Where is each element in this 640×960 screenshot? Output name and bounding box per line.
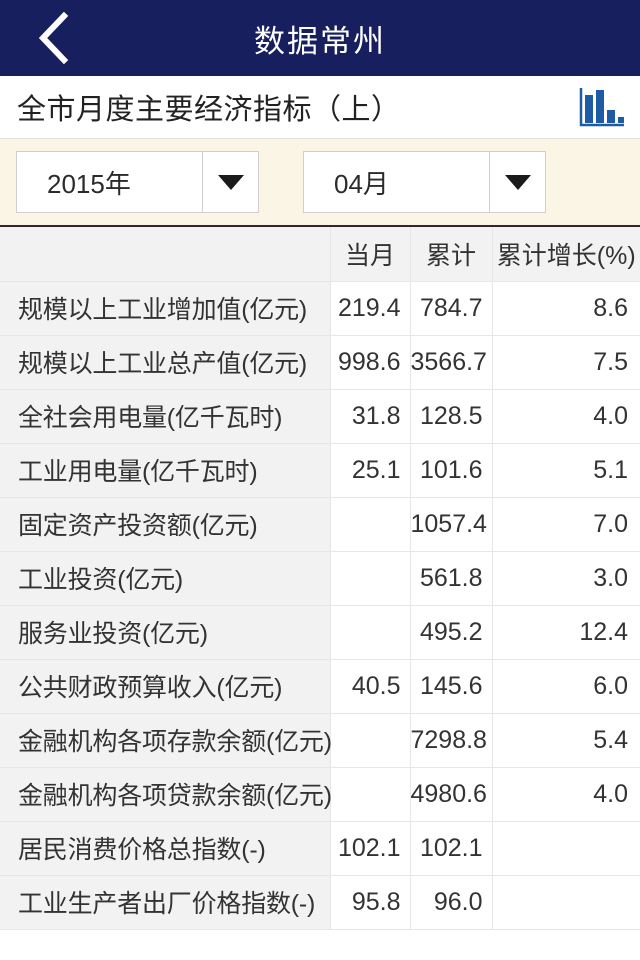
cell-cumulative: 1057.4 — [410, 497, 493, 552]
cell-cumulative: 7298.8 — [410, 713, 493, 768]
cell-cumulative: 3566.7 — [410, 335, 493, 390]
column-header-cumulative: 累计 — [410, 227, 493, 282]
cell-month — [330, 605, 411, 660]
table-row[interactable]: 规模以上工业增加值(亿元) 219.4 784.7 8.6 — [0, 281, 640, 336]
column-header-indicator — [0, 227, 331, 282]
cell-month: 31.8 — [330, 389, 411, 444]
cell-growth: 3.0 — [492, 551, 640, 606]
nav-title: 数据常州 — [254, 23, 386, 59]
cell-month — [330, 713, 411, 768]
row-label: 金融机构各项存款余额(亿元) — [0, 713, 332, 768]
caret-down-icon — [202, 152, 258, 212]
cell-month: 998.6 — [330, 335, 411, 390]
row-label: 固定资产投资额(亿元) — [0, 497, 331, 552]
cell-growth: 12.4 — [492, 605, 640, 660]
cell-month — [330, 767, 411, 822]
table-row[interactable]: 规模以上工业总产值(亿元) 998.6 3566.7 7.5 — [0, 335, 640, 390]
cell-growth: 4.0 — [492, 389, 640, 444]
navigation-bar: 数据常州 — [0, 0, 640, 76]
month-dropdown[interactable]: 04月 — [303, 151, 546, 213]
cell-growth: 4.0 — [492, 767, 640, 822]
row-label: 金融机构各项贷款余额(亿元) — [0, 767, 332, 822]
cell-growth: 6.0 — [492, 659, 640, 714]
cell-month — [330, 551, 411, 606]
row-label: 服务业投资(亿元) — [0, 605, 331, 660]
table-body: 规模以上工业增加值(亿元) 219.4 784.7 8.6 规模以上工业总产值(亿元) 9… — [0, 281, 640, 930]
table-row[interactable]: 工业投资(亿元) 561.8 3.0 — [0, 551, 640, 606]
table-row[interactable]: 固定资产投资额(亿元) 1057.4 7.0 — [0, 497, 640, 552]
table-row[interactable]: 工业用电量(亿千瓦时) 25.1 101.6 5.1 — [0, 443, 640, 498]
year-dropdown-value: 2015年 — [47, 168, 131, 199]
indicators-table-container[interactable]: 当月 累计 累计增长(%) 规模以上工业增加值(亿元) 219.4 784.7 8.6… — [0, 225, 640, 960]
table-row[interactable]: 金融机构各项贷款余额(亿元) 4980.6 4.0 — [0, 767, 640, 822]
row-label: 工业投资(亿元) — [0, 551, 331, 606]
cell-cumulative: 145.6 — [410, 659, 493, 714]
cell-cumulative: 784.7 — [410, 281, 493, 336]
table-row[interactable]: 金融机构各项存款余额(亿元) 7298.8 5.4 — [0, 713, 640, 768]
caret-down-icon — [489, 152, 545, 212]
cell-cumulative: 128.5 — [410, 389, 493, 444]
cell-month: 219.4 — [330, 281, 411, 336]
month-dropdown-value: 04月 — [334, 168, 389, 199]
cell-month — [330, 497, 411, 552]
cell-cumulative: 102.1 — [410, 821, 493, 876]
cell-growth: 7.5 — [492, 335, 640, 390]
cell-growth: 8.6 — [492, 281, 640, 336]
row-label: 居民消费价格总指数(-) — [0, 821, 331, 876]
page-title-bar: 全市月度主要经济指标（上） — [0, 76, 640, 139]
cell-growth: 5.4 — [492, 713, 640, 768]
chevron-left-icon — [36, 12, 70, 64]
back-button[interactable] — [14, 0, 92, 76]
page-title: 全市月度主要经济指标（上） — [17, 94, 401, 126]
bar-chart-icon[interactable] — [578, 86, 626, 128]
cell-cumulative: 4980.6 — [410, 767, 493, 822]
cell-growth: 5.1 — [492, 443, 640, 498]
table-row[interactable]: 公共财政预算收入(亿元) 40.5 145.6 6.0 — [0, 659, 640, 714]
cell-growth: 7.0 — [492, 497, 640, 552]
cell-cumulative: 561.8 — [410, 551, 493, 606]
table-row[interactable]: 居民消费价格总指数(-) 102.1 102.1 — [0, 821, 640, 876]
table-row[interactable]: 全社会用电量(亿千瓦时) 31.8 128.5 4.0 — [0, 389, 640, 444]
column-header-growth: 累计增长(%) — [492, 227, 640, 282]
cell-cumulative: 495.2 — [410, 605, 493, 660]
table-row[interactable]: 工业生产者出厂价格指数(-) 95.8 96.0 — [0, 875, 640, 930]
cell-growth — [492, 875, 640, 930]
row-label: 全社会用电量(亿千瓦时) — [0, 389, 331, 444]
table-header: 当月 累计 累计增长(%) — [0, 227, 640, 282]
row-label: 工业用电量(亿千瓦时) — [0, 443, 331, 498]
cell-growth — [492, 821, 640, 876]
cell-cumulative: 96.0 — [410, 875, 493, 930]
cell-month: 25.1 — [330, 443, 411, 498]
row-label: 公共财政预算收入(亿元) — [0, 659, 331, 714]
cell-month: 102.1 — [330, 821, 411, 876]
cell-month: 95.8 — [330, 875, 411, 930]
table-header-row: 当月 累计 累计增长(%) — [0, 227, 640, 282]
indicators-table: 当月 累计 累计增长(%) 规模以上工业增加值(亿元) 219.4 784.7 8.6… — [0, 227, 640, 930]
cell-month: 40.5 — [330, 659, 411, 714]
row-label: 工业生产者出厂价格指数(-) — [0, 875, 331, 930]
row-label: 规模以上工业总产值(亿元) — [0, 335, 331, 390]
row-label: 规模以上工业增加值(亿元) — [0, 281, 331, 336]
column-header-month: 当月 — [330, 227, 411, 282]
table-row[interactable]: 服务业投资(亿元) 495.2 12.4 — [0, 605, 640, 660]
cell-cumulative: 101.6 — [410, 443, 493, 498]
year-dropdown[interactable]: 2015年 — [16, 151, 259, 213]
filter-toolbar: 2015年 04月 — [0, 139, 640, 225]
